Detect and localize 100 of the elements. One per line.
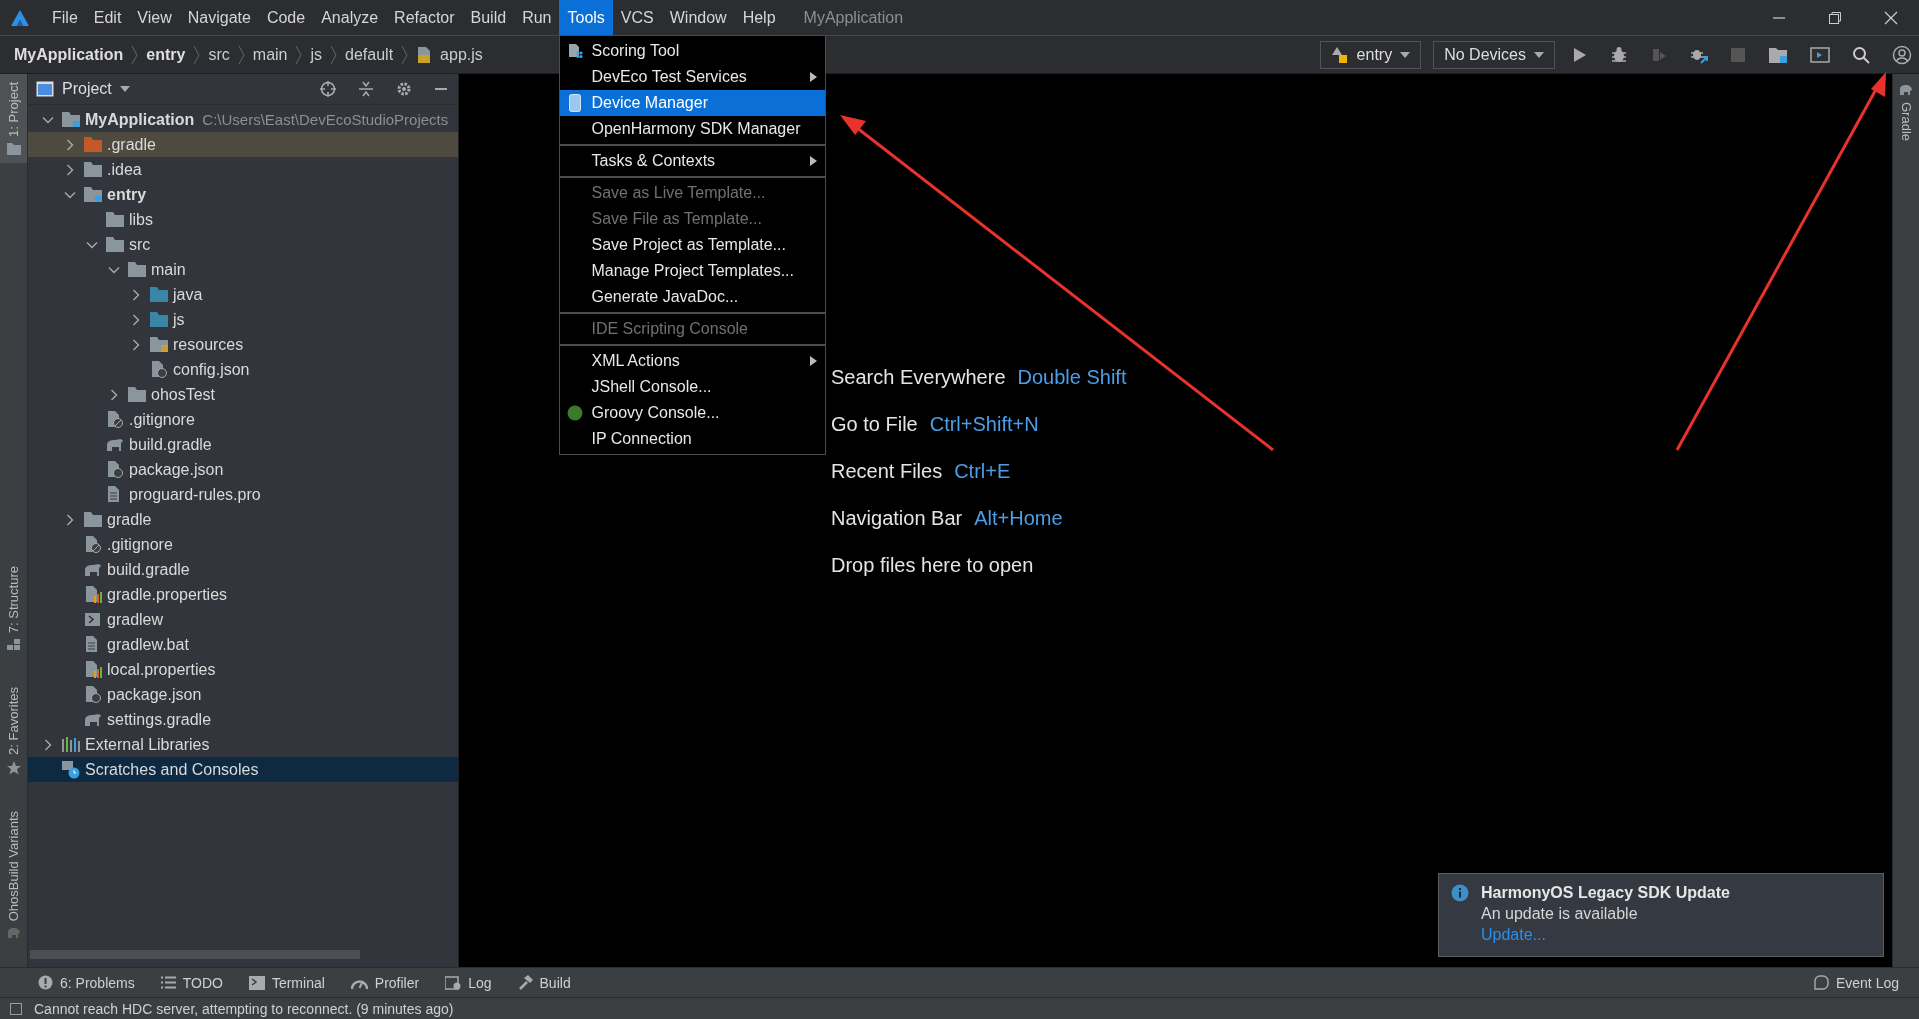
collapse-all-icon[interactable] xyxy=(358,81,374,97)
tree-row[interactable]: main xyxy=(28,257,458,282)
menu-item[interactable]: Edit xyxy=(85,0,130,35)
breadcrumb[interactable]: src xyxy=(208,45,230,64)
menu-item[interactable]: Analyze xyxy=(313,0,387,35)
tree-row[interactable]: proguard-rules.pro xyxy=(28,482,458,507)
tree-row[interactable]: libs xyxy=(28,207,458,232)
chevron-icon[interactable] xyxy=(42,738,54,751)
event-log-button[interactable]: Event Log xyxy=(1813,974,1899,991)
tool-window-button[interactable]: Profiler xyxy=(350,974,420,991)
device-dropdown[interactable]: No Devices xyxy=(1433,40,1555,69)
tool-window-tab[interactable]: 7: Structure xyxy=(0,557,27,660)
elephant-icon xyxy=(6,927,21,940)
breadcrumb[interactable]: main xyxy=(252,45,288,64)
tree-row[interactable]: .idea xyxy=(28,157,458,182)
bug-icon[interactable] xyxy=(1610,45,1628,64)
menu-item[interactable]: Tools xyxy=(559,0,613,35)
tree-row-highlight[interactable]: .gradle xyxy=(28,132,458,157)
tree-row[interactable]: MyApplication C:\Users\East\DevEcoStudioProjects xyxy=(28,107,458,132)
chevron-icon[interactable] xyxy=(64,138,76,151)
menu-entry[interactable]: Scoring Tool xyxy=(560,38,826,64)
scrollbar[interactable] xyxy=(30,950,360,959)
menu-item[interactable]: VCS xyxy=(612,0,662,35)
menu-item[interactable]: Build xyxy=(462,0,515,35)
tree-row[interactable]: gradlew.bat xyxy=(28,632,458,657)
menu-item[interactable]: Refactor xyxy=(386,0,463,35)
menu-entry[interactable]: Save Project as Template... xyxy=(560,232,826,258)
tree-row[interactable]: package.json xyxy=(28,457,458,482)
menu-entry[interactable]: IP Connection xyxy=(560,426,826,452)
menu-item[interactable]: Navigate xyxy=(179,0,259,35)
menu-entry[interactable]: DevEco Test Services xyxy=(560,64,826,90)
settings-icon[interactable] xyxy=(396,81,412,97)
tree-row[interactable]: gradlew xyxy=(28,607,458,632)
restore-icon[interactable] xyxy=(1828,10,1842,25)
tree-row[interactable]: config.json xyxy=(28,357,458,382)
tool-window-button[interactable]: Terminal xyxy=(248,974,325,991)
chevron-icon[interactable] xyxy=(64,513,76,526)
menu-entry[interactable]: Tasks & Contexts xyxy=(560,148,826,174)
tree-row[interactable]: js xyxy=(28,307,458,332)
tree-row[interactable]: java xyxy=(28,282,458,307)
chevron-icon[interactable] xyxy=(130,338,142,351)
menu-entry[interactable]: Device Manager xyxy=(560,90,826,116)
tool-window-button[interactable]: Log xyxy=(445,974,492,991)
menu-item[interactable]: View xyxy=(129,0,180,35)
breadcrumb-separator-icon xyxy=(131,44,139,65)
account-icon[interactable] xyxy=(1892,44,1912,65)
tree-row[interactable]: .gitignore xyxy=(28,532,458,557)
close-icon[interactable] xyxy=(1884,10,1898,25)
chevron-icon[interactable] xyxy=(64,163,76,176)
search-icon[interactable] xyxy=(1852,45,1870,64)
menu-item[interactable]: Help xyxy=(734,0,784,35)
menu-entry[interactable]: Groovy Console... xyxy=(560,400,826,426)
tool-window-tab[interactable]: Gradle xyxy=(1893,74,1919,152)
tree-row[interactable]: local.properties xyxy=(28,657,458,682)
menu-entry[interactable]: XML Actions xyxy=(560,348,826,374)
folder-icon[interactable] xyxy=(1768,45,1788,64)
breadcrumb[interactable]: entry xyxy=(146,45,186,64)
panel-toggle-icon[interactable] xyxy=(10,1002,22,1015)
caret-icon[interactable] xyxy=(119,86,130,92)
breadcrumb[interactable]: MyApplication xyxy=(14,45,124,64)
menu-entry[interactable]: JShell Console... xyxy=(560,374,826,400)
breadcrumb[interactable]: default xyxy=(345,45,394,64)
menu-item[interactable]: Code xyxy=(258,0,314,35)
tool-window-button[interactable]: 6: Problems xyxy=(38,974,135,991)
locate-icon[interactable] xyxy=(320,81,336,97)
tree-row[interactable]: src xyxy=(28,232,458,257)
menu-entry[interactable]: Generate JavaDoc... xyxy=(560,284,826,310)
menu-entry[interactable]: OpenHarmony SDK Manager xyxy=(560,116,826,142)
hint-text: Search Everywhere xyxy=(831,366,1006,389)
breadcrumb[interactable]: app.js xyxy=(440,45,483,64)
menu-item[interactable]: File xyxy=(44,0,86,35)
tool-window-tab[interactable]: 1: Project xyxy=(0,74,27,163)
tree-row[interactable]: package.json xyxy=(28,682,458,707)
tree-row[interactable]: resources xyxy=(28,332,458,357)
menu-entry[interactable]: Manage Project Templates... xyxy=(560,258,826,284)
tree-row[interactable]: settings.gradle xyxy=(28,707,458,732)
tree-row[interactable]: entry xyxy=(28,182,458,207)
tool-window-tab[interactable]: 2: Favorites xyxy=(0,679,27,784)
tree-row[interactable]: build.gradle xyxy=(28,557,458,582)
tree-row[interactable]: gradle.properties xyxy=(28,582,458,607)
configuration-dropdown[interactable]: entry xyxy=(1319,40,1422,69)
tree-row[interactable]: build.gradle xyxy=(28,432,458,457)
menu-item[interactable]: Run xyxy=(514,0,560,35)
tool-window-button[interactable]: TODO xyxy=(160,974,223,991)
folder-icon xyxy=(106,212,124,227)
libraries-icon xyxy=(62,737,80,752)
tree-row[interactable]: ohosTest xyxy=(28,382,458,407)
tool-window-button[interactable]: Build xyxy=(517,974,571,991)
breadcrumb[interactable]: js xyxy=(310,45,323,64)
panel-title[interactable]: Project xyxy=(62,80,112,98)
tree-row[interactable]: gradle xyxy=(28,507,458,532)
terminal-icon[interactable] xyxy=(1810,45,1830,64)
chevron-icon[interactable] xyxy=(130,313,142,326)
menu-item[interactable]: Window xyxy=(661,0,735,35)
tree-row[interactable]: External Libraries xyxy=(28,732,458,757)
tree-row-selected[interactable]: Scratches and Consoles xyxy=(28,757,458,782)
chevron-icon[interactable] xyxy=(130,288,142,301)
tool-window-tab[interactable]: OhosBuild Variants xyxy=(0,803,27,948)
chevron-icon[interactable] xyxy=(108,388,120,401)
tree-row[interactable]: .gitignore xyxy=(28,407,458,432)
